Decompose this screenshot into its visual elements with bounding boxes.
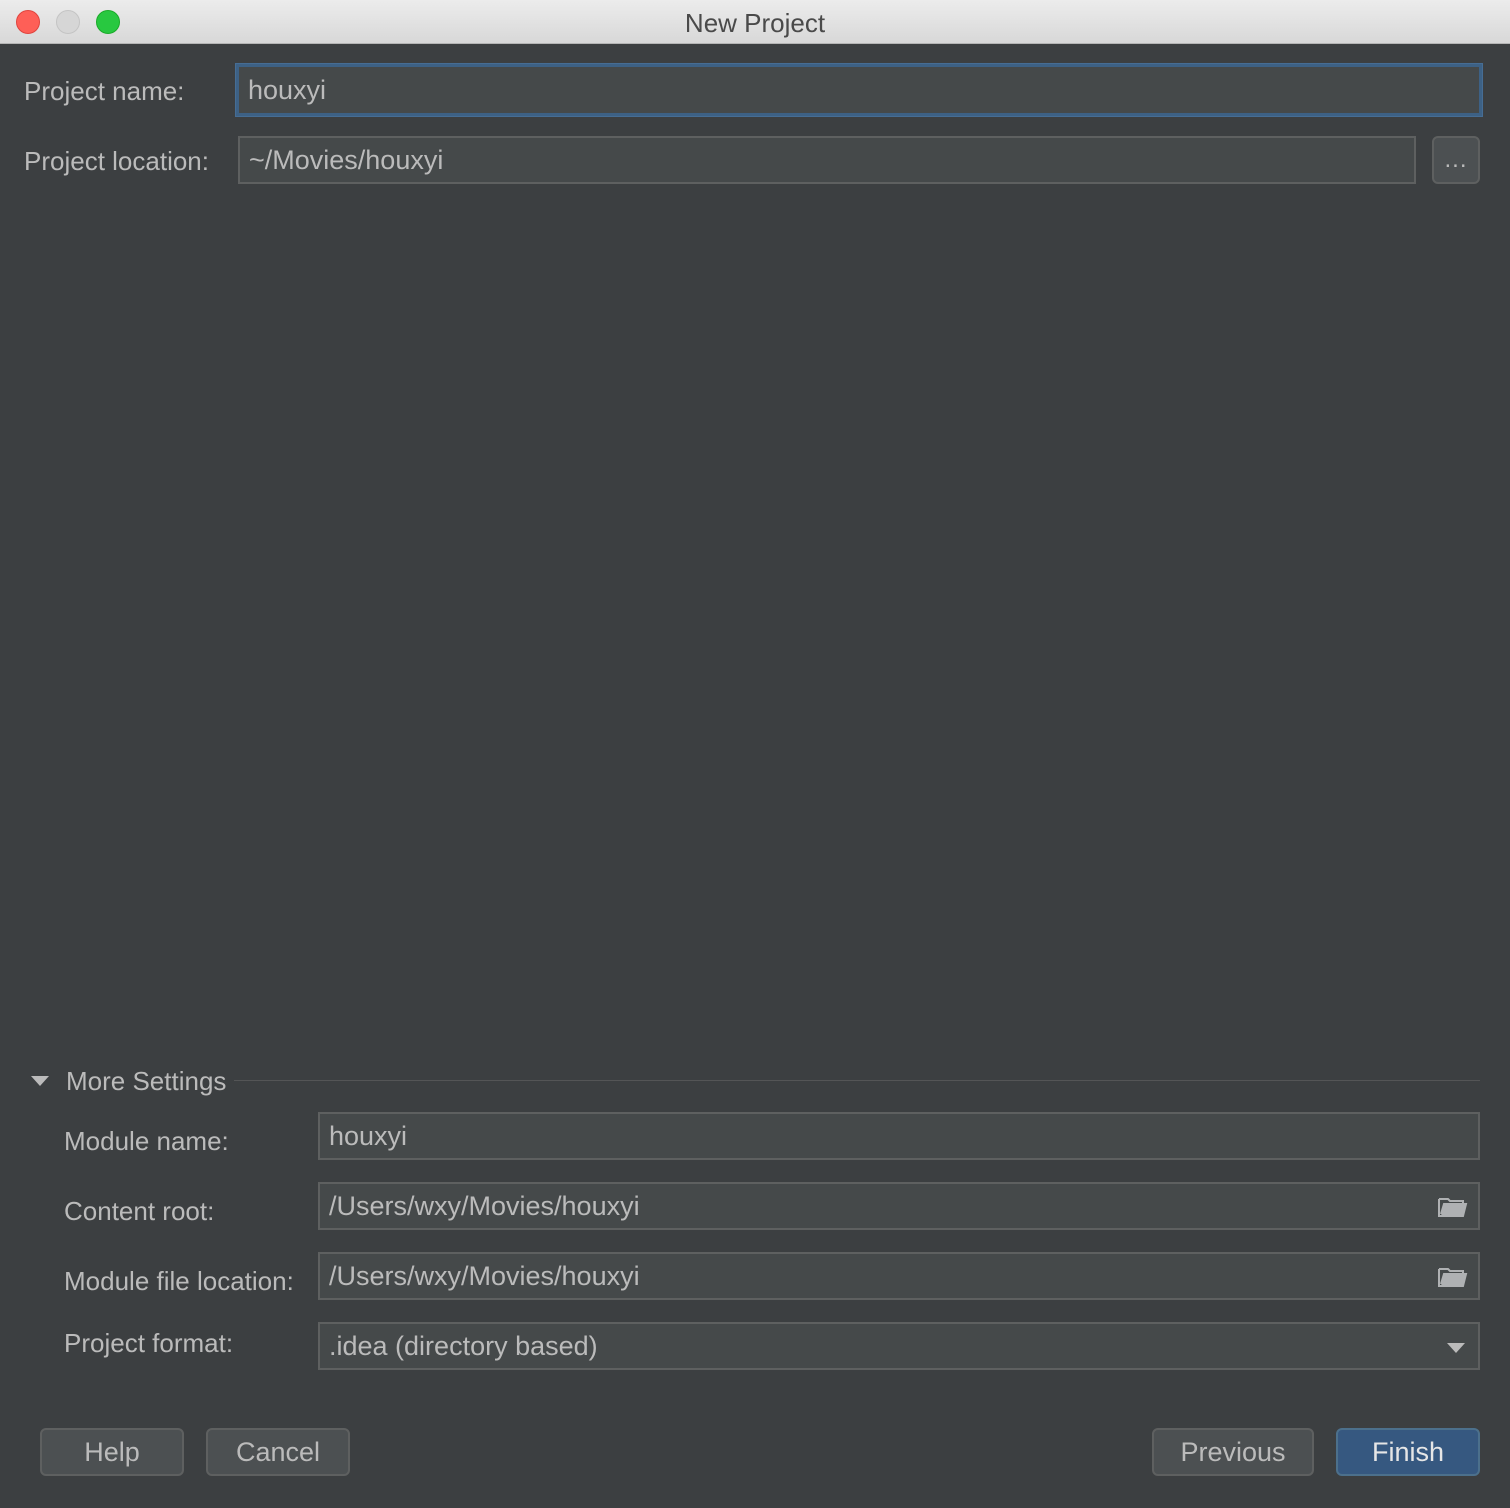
module-name-input[interactable]: houxyi: [318, 1112, 1480, 1160]
project-format-label: Project format:: [64, 1328, 234, 1358]
section-divider: [234, 1080, 1480, 1081]
browse-location-button[interactable]: ...: [1432, 136, 1480, 184]
project-location-input[interactable]: ~/Movies/houxyi: [238, 136, 1416, 184]
folder-icon[interactable]: [1438, 1196, 1468, 1218]
project-name-label: Project name:: [24, 76, 185, 106]
project-format-value: .idea (directory based): [329, 1330, 598, 1361]
cancel-button[interactable]: Cancel: [206, 1428, 350, 1476]
chevron-down-icon: [1447, 1343, 1465, 1353]
previous-button[interactable]: Previous: [1152, 1428, 1314, 1476]
module-name-label: Module name:: [64, 1126, 229, 1156]
project-location-value: ~/Movies/houxyi: [249, 144, 444, 175]
module-file-location-value: /Users/wxy/Movies/houxyi: [329, 1260, 640, 1291]
project-format-select[interactable]: .idea (directory based): [318, 1322, 1480, 1370]
window-titlebar: New Project: [0, 0, 1510, 44]
help-button[interactable]: Help: [40, 1428, 184, 1476]
finish-button-label: Finish: [1371, 1436, 1445, 1467]
folder-icon[interactable]: [1438, 1266, 1468, 1288]
browse-button-label: ...: [1444, 146, 1468, 173]
help-button-label: Help: [84, 1436, 140, 1467]
module-file-location-input[interactable]: /Users/wxy/Movies/houxyi: [318, 1252, 1480, 1300]
content-root-input[interactable]: /Users/wxy/Movies/houxyi: [318, 1182, 1480, 1230]
content-root-value: /Users/wxy/Movies/houxyi: [329, 1190, 640, 1221]
more-settings-title[interactable]: More Settings: [66, 1066, 226, 1097]
module-name-value: houxyi: [329, 1120, 408, 1151]
content-root-label: Content root:: [64, 1196, 215, 1226]
project-location-label: Project location:: [24, 146, 209, 176]
cancel-button-label: Cancel: [235, 1436, 321, 1467]
module-file-location-label: Module file location:: [64, 1266, 294, 1296]
project-name-input[interactable]: houxyi: [236, 64, 1482, 116]
previous-button-label: Previous: [1180, 1436, 1286, 1467]
window-title: New Project: [684, 8, 826, 38]
finish-button[interactable]: Finish: [1336, 1428, 1480, 1476]
project-name-value: houxyi: [248, 74, 327, 105]
collapse-triangle-icon[interactable]: [30, 1074, 50, 1088]
